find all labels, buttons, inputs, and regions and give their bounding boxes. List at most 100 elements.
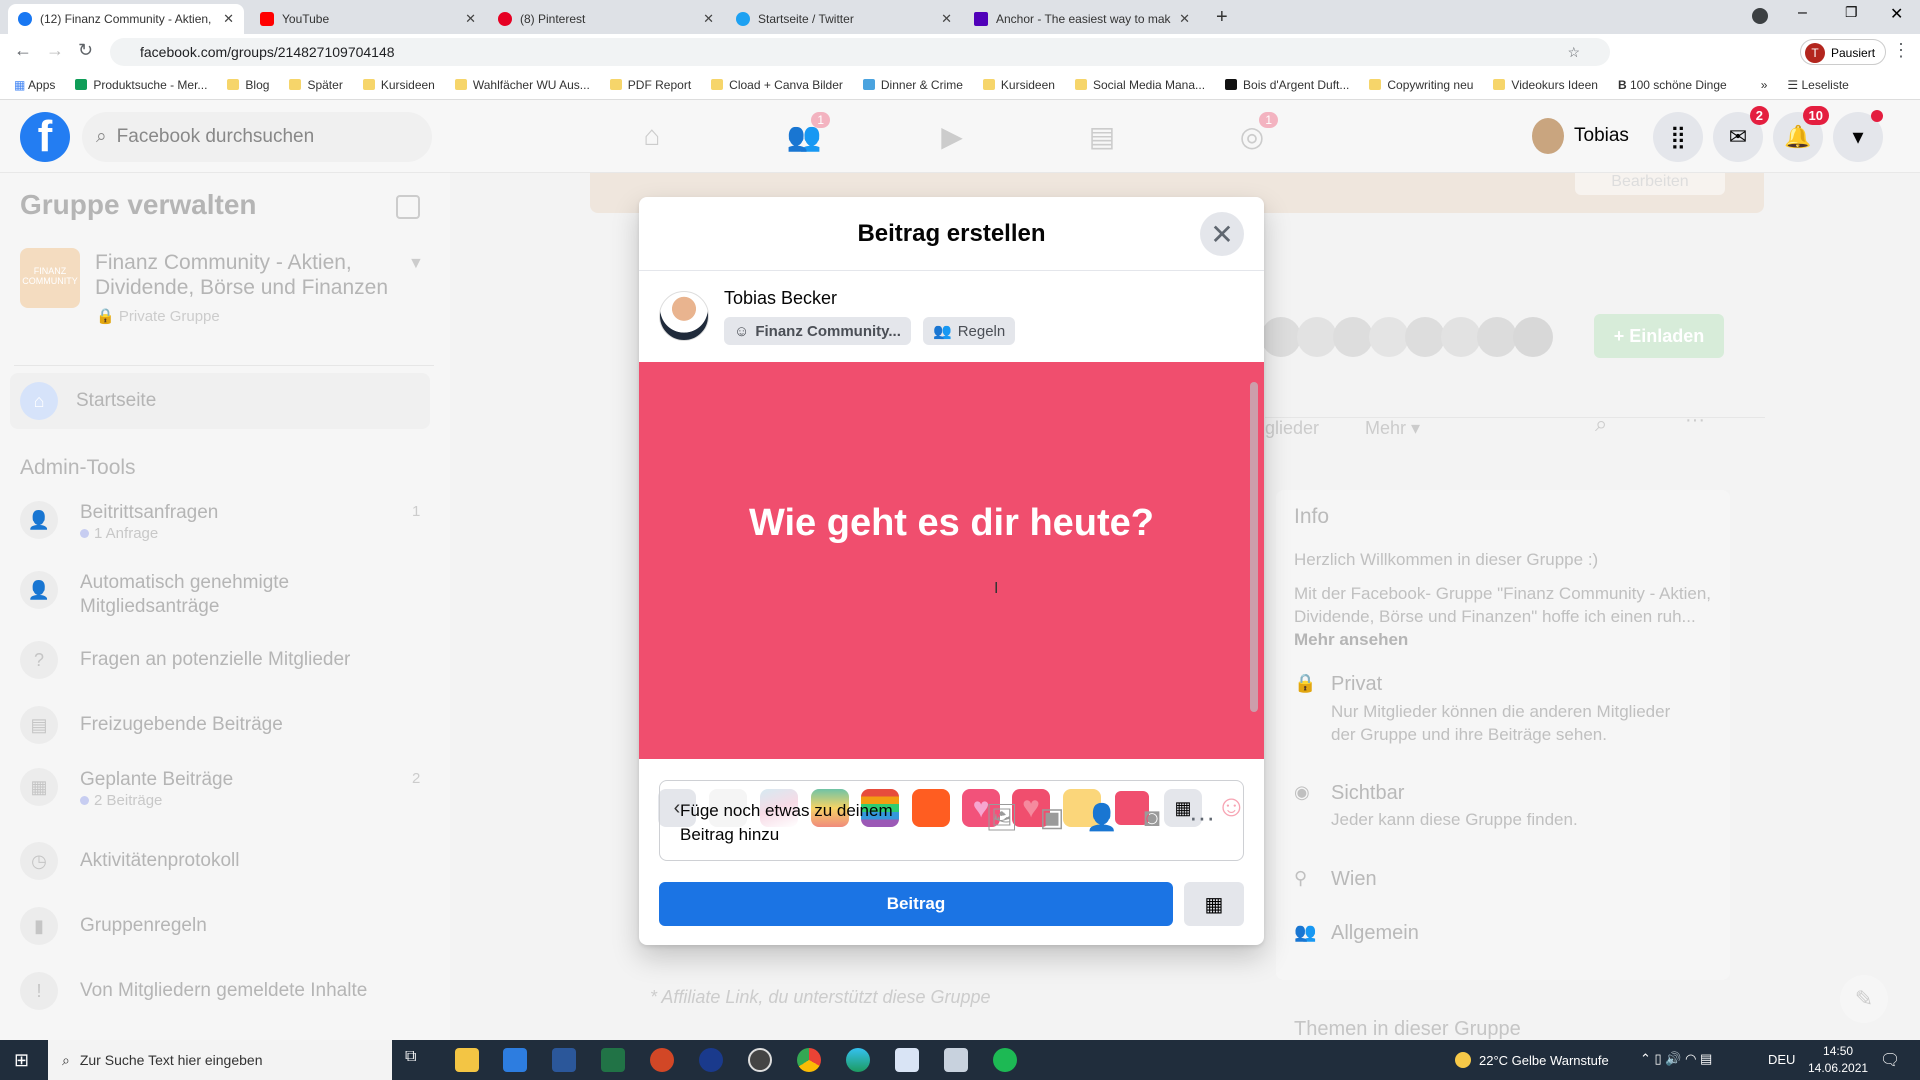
invite-button[interactable]: + Einladen	[1594, 314, 1724, 358]
more-options-icon[interactable]: ···	[1685, 409, 1705, 432]
schedule-calendar-icon[interactable]: ▦	[1184, 882, 1244, 926]
tab-more[interactable]: Mehr ▾	[1365, 418, 1420, 439]
groups-icon[interactable]: ◎ 1	[1232, 112, 1278, 156]
edit-cover-button[interactable]: Bearbeiten	[1575, 173, 1725, 195]
sidebar-item-scheduled-posts[interactable]: ▦ Geplante Beiträge 2 Beiträge	[20, 768, 233, 809]
back-icon[interactable]: ←	[14, 40, 32, 61]
bookmarks-overflow[interactable]: »	[1761, 78, 1768, 92]
bookmark[interactable]: PDF Report	[609, 78, 691, 92]
new-message-icon[interactable]: ✎	[1840, 975, 1888, 1023]
group-name[interactable]: Finanz Community - Aktien, Dividende, Bö…	[95, 250, 395, 300]
mail-icon[interactable]	[503, 1048, 527, 1072]
post-text-area[interactable]: Wie geht es dir heute? I ‹ ♥ ♥ ▦ ☺	[639, 362, 1264, 827]
reload-icon[interactable]: ↻	[78, 40, 93, 61]
weather-widget[interactable]: 22°C Gelbe Warnstufe	[1455, 1052, 1609, 1068]
restore-button[interactable]: ❐	[1845, 4, 1858, 21]
watch-icon[interactable]: ▶	[932, 120, 972, 156]
chrome-icon[interactable]	[797, 1048, 821, 1072]
url-field[interactable]: facebook.com/groups/214827109704148 ☆	[110, 38, 1610, 66]
windows-start-icon[interactable]: ⊞	[14, 1050, 29, 1071]
bookmark[interactable]: B 100 schöne Dinge	[1618, 78, 1727, 92]
edge-icon[interactable]	[846, 1048, 870, 1072]
forward-icon[interactable]: →	[46, 40, 64, 61]
bookmark[interactable]: Kursideen	[362, 78, 435, 92]
scrollbar[interactable]	[1250, 382, 1258, 712]
sidebar-item-reported-content[interactable]: ! Von Mitgliedern gemeldete Inhalte	[20, 972, 367, 1010]
bookmark-apps[interactable]: ▦ Apps	[14, 78, 55, 92]
tab-search-icon[interactable]	[1752, 8, 1768, 24]
browser-menu-icon[interactable]: ⋮	[1892, 40, 1910, 61]
close-tab-icon[interactable]: ✕	[465, 11, 476, 27]
tag-people-icon[interactable]: 👤	[1085, 804, 1119, 837]
close-tab-icon[interactable]: ✕	[223, 11, 234, 27]
notifications-icon[interactable]: 🔔 10	[1773, 106, 1829, 162]
taskbar-search[interactable]: ⌕ Zur Suche Text hier eingeben	[48, 1040, 392, 1080]
search-input[interactable]: ⌕ Facebook durchsuchen	[82, 112, 432, 162]
close-tab-icon[interactable]: ✕	[1179, 11, 1190, 27]
friends-icon[interactable]: 👥 1	[784, 112, 830, 156]
browser-tab[interactable]: (8) Pinterest ✕	[488, 4, 724, 34]
bookmark[interactable]: Wahlfächer WU Aus...	[454, 78, 590, 92]
clock[interactable]: 14:50 14.06.2021	[1808, 1043, 1868, 1077]
browser-tab[interactable]: YouTube ✕	[250, 4, 486, 34]
photo-icon[interactable]: 🖼	[985, 804, 1019, 837]
word-icon[interactable]	[552, 1048, 576, 1072]
bookmark[interactable]: Blog	[227, 78, 269, 92]
bookmark[interactable]: Später	[289, 78, 343, 92]
member-avatars[interactable]	[1261, 317, 1553, 357]
system-tray-icons[interactable]: ⌃ ▯ 🔊 ◠ ▤	[1640, 1051, 1712, 1067]
bookmark[interactable]: Dinner & Crime	[862, 78, 963, 92]
bookmark[interactable]: Copywriting neu	[1369, 78, 1473, 92]
marketplace-icon[interactable]: ▤	[1082, 120, 1122, 156]
close-tab-icon[interactable]: ✕	[941, 11, 952, 27]
bookmark[interactable]: Kursideen	[982, 78, 1055, 92]
rules-button[interactable]: 👥 Regeln	[923, 317, 1016, 345]
excel-icon[interactable]	[601, 1048, 625, 1072]
sidebar-item-pending-posts[interactable]: ▤ Freizugebende Beiträge	[20, 706, 283, 744]
spotify-icon[interactable]	[993, 1048, 1017, 1072]
live-video-icon[interactable]: ◙	[1135, 804, 1169, 837]
app-icon[interactable]	[944, 1048, 968, 1072]
powerpoint-icon[interactable]	[650, 1048, 674, 1072]
browser-tab[interactable]: Startseite / Twitter ✕	[726, 4, 962, 34]
bookmark[interactable]: Bois d'Argent Duft...	[1225, 78, 1349, 92]
obs-icon[interactable]	[748, 1048, 772, 1072]
file-explorer-icon[interactable]	[455, 1048, 479, 1072]
sidebar-item-home[interactable]: ⌂ Startseite	[10, 373, 430, 429]
collapse-sidebar-icon[interactable]	[396, 195, 420, 219]
messenger-icon[interactable]: ✉ 2	[1713, 106, 1769, 162]
close-tab-icon[interactable]: ✕	[703, 11, 714, 27]
reading-list[interactable]: ☰ Leseliste	[1787, 78, 1848, 92]
notification-center-icon[interactable]: 🗨	[1880, 1050, 1900, 1070]
sidebar-item-questions[interactable]: ? Fragen an potenzielle Mitglieder	[20, 641, 350, 679]
bookmark[interactable]: Videokurs Ideen	[1493, 78, 1598, 92]
profile-link[interactable]: Tobias	[1532, 118, 1629, 154]
bookmark[interactable]: Cload + Canva Bilder	[711, 78, 843, 92]
close-icon[interactable]: ✕	[1200, 212, 1244, 256]
browser-tab[interactable]: Anchor - The easiest way to mak ✕	[964, 4, 1200, 34]
audience-selector[interactable]: ☺ Finanz Community...	[724, 317, 911, 345]
account-menu-icon[interactable]: ▾	[1833, 110, 1883, 162]
sidebar-item-join-requests[interactable]: 👤 Beitrittsanfragen 1 Anfrage	[20, 501, 218, 542]
tab-members[interactable]: glieder	[1265, 418, 1319, 439]
facebook-logo[interactable]: f	[20, 112, 70, 162]
sidebar-item-group-rules[interactable]: ▮ Gruppenregeln	[20, 907, 207, 945]
see-more-link[interactable]: Mehr ansehen	[1294, 630, 1408, 649]
chevron-down-icon[interactable]: ▼	[408, 255, 424, 273]
task-view-icon[interactable]: ⧉	[405, 1048, 429, 1072]
profile-button[interactable]: T Pausiert	[1800, 39, 1887, 65]
minimize-button[interactable]: –	[1798, 4, 1807, 22]
bookmark[interactable]: Produktsuche - Mer...	[75, 78, 207, 92]
new-tab-button[interactable]: +	[1216, 6, 1228, 29]
add-video-icon[interactable]: ▣	[1035, 804, 1069, 837]
language-indicator[interactable]: DEU	[1768, 1052, 1795, 1067]
close-window-button[interactable]: ✕	[1890, 4, 1903, 24]
bookmark-star-icon[interactable]: ☆	[1567, 44, 1580, 60]
bookmark[interactable]: Social Media Mana...	[1074, 78, 1205, 92]
menu-grid-icon[interactable]: ⣿	[1653, 112, 1703, 162]
browser-tab[interactable]: (12) Finanz Community - Aktien, ✕	[8, 4, 244, 34]
search-icon[interactable]: ⌕	[1595, 411, 1607, 437]
home-icon[interactable]: ⌂	[632, 120, 672, 156]
sidebar-item-activity-log[interactable]: ◷ Aktivitätenprotokoll	[20, 842, 239, 880]
post-button[interactable]: Beitrag	[659, 882, 1173, 926]
